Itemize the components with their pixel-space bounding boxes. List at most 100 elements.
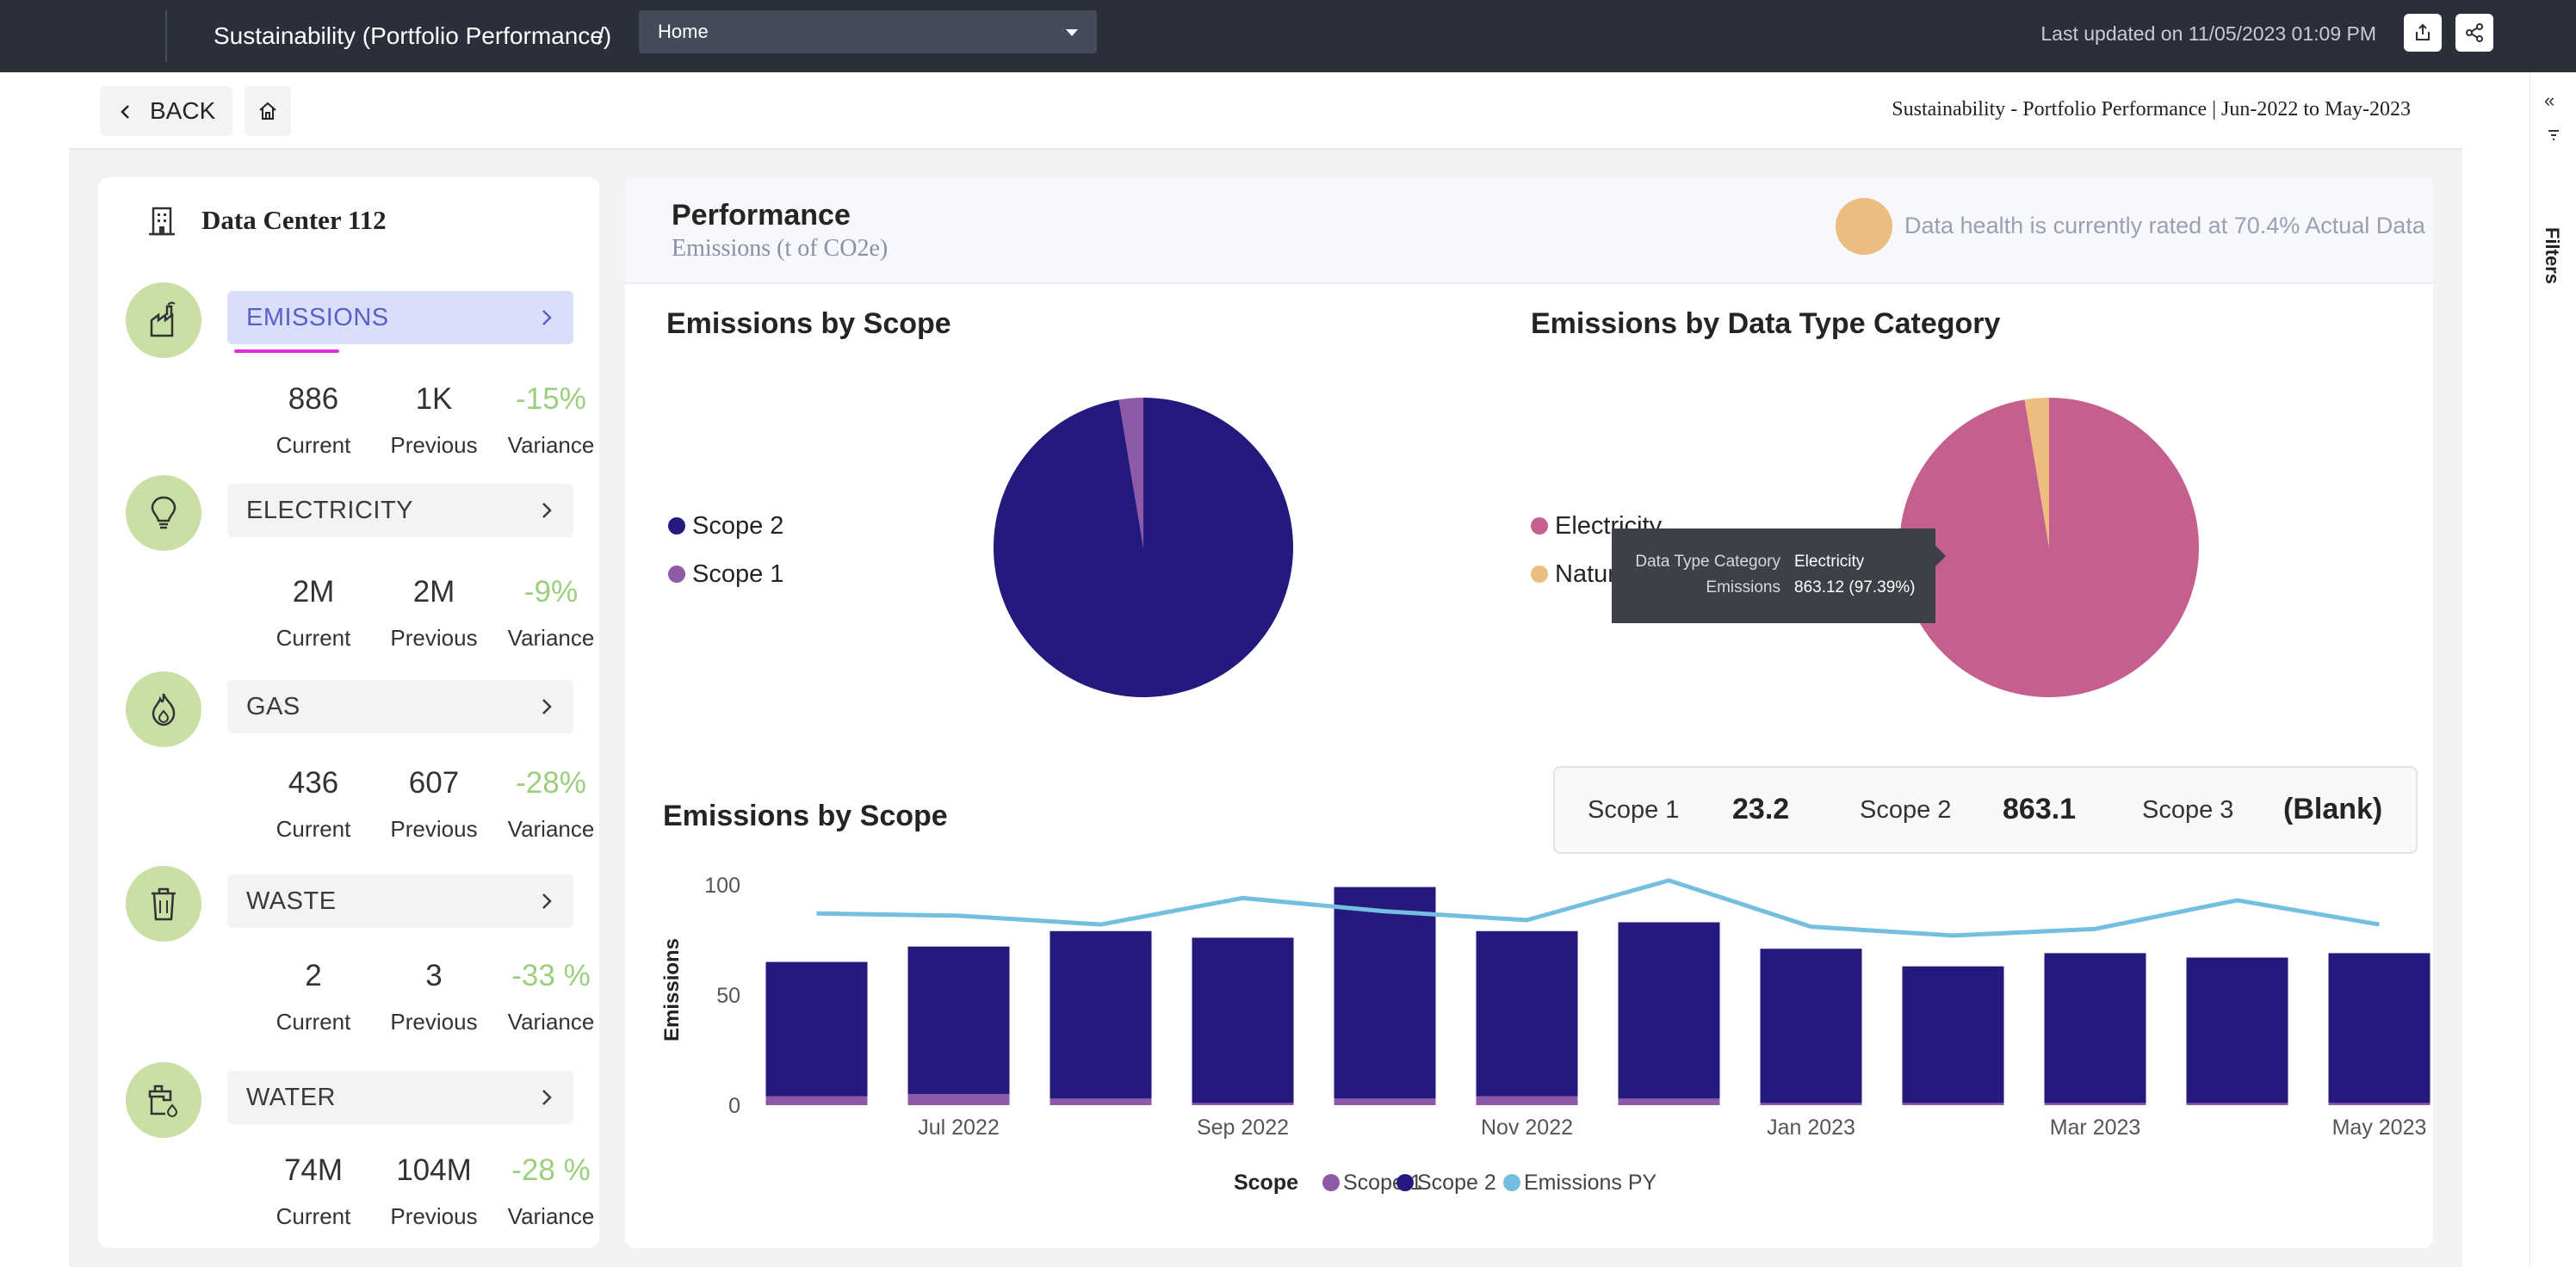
caption-variance: Variance — [507, 625, 595, 651]
caption-current: Current — [276, 432, 351, 458]
legend-label: Scope 2 — [1417, 1171, 1496, 1195]
site-metrics-card: Data Center 112 EMISSIONS 886 1K -15% Cu… — [98, 177, 599, 1248]
filter-pane[interactable]: « Filters — [2530, 72, 2576, 1267]
x-tick-label: May 2023 — [2332, 1116, 2427, 1140]
header-divider — [69, 148, 2462, 150]
water-tap-icon — [148, 1085, 178, 1118]
legend-label: Emissions PY — [1524, 1171, 1657, 1195]
electricity-nav-button[interactable]: ELECTRICITY — [227, 484, 573, 537]
kpi-value: 23.2 — [1732, 793, 1790, 825]
filter-icon — [2548, 130, 2559, 140]
caption-previous: Previous — [390, 1203, 478, 1229]
x-tick-label: Nov 2022 — [1481, 1116, 1573, 1140]
bar-scope-1 — [1476, 1096, 1578, 1105]
chevron-right-icon — [542, 503, 552, 518]
tooltip-pointer — [1935, 546, 1946, 566]
metric-icon-circle — [126, 1062, 201, 1138]
x-tick-label: Sep 2022 — [1197, 1116, 1289, 1140]
kpi-label: Scope 2 — [1860, 796, 1952, 824]
kpi-value: 863.1 — [2003, 793, 2077, 825]
report-title: Sustainability - Portfolio Performance |… — [1892, 98, 2411, 121]
home-icon — [259, 102, 276, 120]
caption-previous: Previous — [390, 432, 478, 458]
caption-previous: Previous — [390, 816, 478, 842]
metric-previous-value: 104M — [396, 1153, 472, 1187]
legend-swatch — [1322, 1174, 1340, 1191]
caption-current: Current — [276, 1203, 351, 1229]
metric-icon-circle — [126, 282, 201, 358]
caption-variance: Variance — [507, 816, 595, 842]
kpi-value: (Blank) — [2283, 793, 2383, 825]
caption-variance: Variance — [507, 432, 595, 458]
bar-scope-1 — [1902, 1103, 2004, 1105]
bar-scope-1 — [1618, 1098, 1720, 1105]
breadcrumb-separator: / — [598, 22, 604, 49]
metric-icon-circle — [126, 671, 201, 747]
legend-swatch — [1396, 1174, 1414, 1191]
metric-variance-value: -28% — [516, 766, 586, 800]
chevron-left-icon — [121, 105, 129, 119]
y-tick-label: 0 — [728, 1094, 740, 1118]
metric-current-value: 436 — [288, 766, 339, 800]
water-nav-button[interactable]: WATER — [227, 1071, 573, 1124]
bar-scope-1 — [2328, 1103, 2430, 1105]
bar-scope-2 — [907, 946, 1010, 1095]
chevron-right-icon — [542, 893, 552, 909]
building-icon — [149, 207, 175, 236]
metric-current-value: 2M — [292, 575, 335, 609]
caption-previous: Previous — [390, 625, 478, 651]
bar-scope-2 — [1476, 930, 1578, 1097]
metric-water: WATER 74M 104M -28 % Current Previous Va… — [98, 1062, 599, 1252]
metric-previous-value: 2M — [412, 575, 455, 609]
chevron-right-icon — [542, 310, 552, 325]
metric-electricity: ELECTRICITY 2M 2M -9% Current Previous V… — [98, 475, 599, 664]
bar-scope-2 — [1760, 949, 1862, 1103]
metric-current-value: 886 — [288, 382, 339, 416]
back-button[interactable]: BACK — [100, 86, 232, 136]
gas-nav-button[interactable]: GAS — [227, 680, 573, 733]
filters-label[interactable]: Filters — [2541, 227, 2563, 284]
collapse-chevron-icon[interactable]: « — [2544, 91, 2554, 110]
page-dropdown[interactable]: Home — [639, 10, 1097, 53]
x-tick-label: Jan 2023 — [1767, 1116, 1855, 1140]
bar-scope-1 — [907, 1094, 1010, 1105]
tooltip-value: Electricity — [1794, 553, 1865, 571]
metric-previous-value: 1K — [415, 382, 453, 416]
tooltip-key: Emissions — [1706, 578, 1780, 596]
metric-icon-circle — [126, 475, 201, 551]
metric-variance-value: -28 % — [511, 1153, 591, 1187]
active-underline — [234, 349, 339, 353]
share-button[interactable] — [2455, 14, 2493, 52]
top-bar: Sustainability (Portfolio Performance) /… — [0, 0, 2576, 72]
bar-scope-2 — [2186, 957, 2288, 1103]
home-button[interactable] — [245, 86, 291, 136]
flame-icon — [152, 693, 176, 726]
metric-label: EMISSIONS — [246, 304, 389, 331]
performance-card: Performance Emissions (t of CO2e) Data h… — [625, 177, 2433, 1248]
topbar-divider — [165, 10, 167, 62]
bar-scope-2 — [765, 961, 868, 1097]
bar-scope-1 — [1192, 1103, 1294, 1105]
site-title: Data Center 112 — [201, 205, 387, 235]
x-tick-label: Jul 2022 — [918, 1116, 1000, 1140]
metric-gas: GAS 436 607 -28% Current Previous Varian… — [98, 671, 599, 861]
bar-scope-2 — [1902, 966, 2004, 1103]
metric-label: ELECTRICITY — [246, 497, 414, 524]
tooltip-value: 863.12 (97.39%) — [1794, 578, 1916, 596]
y-axis-title: Emissions — [660, 938, 684, 1041]
caption-current: Current — [276, 816, 351, 842]
metric-current-value: 2 — [305, 959, 322, 992]
metric-emissions: EMISSIONS 886 1K -15% Current Previous V… — [98, 282, 599, 472]
bar-scope-2 — [2044, 953, 2146, 1103]
charts-layer: Emissions 0 50 100 Jul 2022 Sep 2022 Nov 2022 J… — [660, 398, 2430, 1195]
export-button[interactable] — [2404, 14, 2442, 52]
share-icon — [2466, 23, 2483, 42]
metric-label: GAS — [246, 693, 300, 720]
trash-icon — [152, 887, 176, 921]
bar-scope-1 — [2044, 1103, 2146, 1105]
metric-variance-value: -33 % — [511, 959, 591, 992]
waste-nav-button[interactable]: WASTE — [227, 875, 573, 928]
caption-current: Current — [276, 625, 351, 651]
metric-current-value: 74M — [283, 1153, 344, 1187]
emissions-nav-button[interactable]: EMISSIONS — [227, 291, 573, 344]
